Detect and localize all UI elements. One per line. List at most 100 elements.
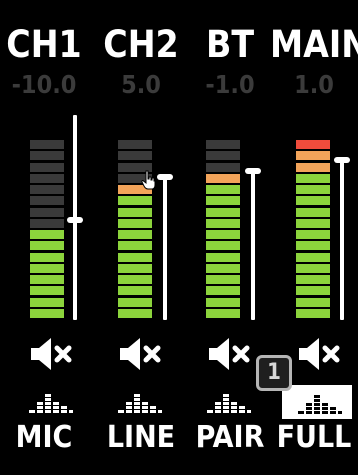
fader-track[interactable]: [163, 176, 167, 320]
meter-segment: [296, 173, 330, 183]
speaker-mute-icon: [31, 338, 72, 370]
hand-pointer-icon: [141, 170, 156, 190]
meter-segment: [296, 252, 330, 262]
mute-button[interactable]: [203, 334, 253, 374]
channel-gain-value: -10.0: [11, 70, 77, 99]
channel-strip-main: MAIN 1.0 FULL: [270, 0, 358, 475]
meter-segment: [118, 230, 152, 239]
eq-button[interactable]: [203, 388, 253, 418]
meter-segment: [296, 297, 330, 307]
meter-segment: [30, 173, 64, 183]
meter-segment: [206, 162, 240, 172]
meter-segment: [118, 241, 152, 251]
speaker-mute-icon: [209, 338, 250, 370]
fader-handle[interactable]: [245, 168, 261, 174]
equalizer-icon: [207, 394, 251, 413]
level-meter: [30, 140, 64, 320]
channel-gain-value: 1.0: [294, 70, 334, 99]
meter-segment: [296, 286, 330, 296]
meter-segment: [206, 286, 240, 296]
source-label: FULL: [276, 420, 352, 455]
channel-strip-ch2: CH2 5.0 LINE: [97, 0, 185, 475]
meter-segment: [30, 263, 64, 273]
meter-segment: [30, 207, 64, 217]
meter-segment: [206, 230, 240, 239]
meter-segment: [30, 196, 64, 206]
meter-segment: [296, 308, 330, 318]
channel-strip-ch1: CH1 -10.0 MIC: [0, 0, 88, 475]
meter-segment: [30, 308, 64, 318]
meter-segment: [206, 297, 240, 307]
meter-segment: [296, 140, 330, 149]
meter-segment: [118, 297, 152, 307]
fader-handle[interactable]: [334, 157, 350, 163]
equalizer-icon: [118, 394, 162, 413]
meter-segment: [296, 196, 330, 206]
meter-segment: [206, 151, 240, 161]
meter-segment: [30, 241, 64, 251]
fader-handle[interactable]: [67, 217, 83, 223]
meter-segment: [206, 263, 240, 273]
level-meter: [206, 140, 240, 320]
meter-segment: [206, 241, 240, 251]
channel-title: CH2: [103, 23, 179, 66]
meter-segment: [118, 252, 152, 262]
mute-button[interactable]: [293, 334, 343, 374]
fader-track[interactable]: [251, 172, 255, 320]
meter-segment: [118, 308, 152, 318]
channel-title: BT: [205, 23, 255, 66]
meter-segment: [206, 252, 240, 262]
channel-title: MAIN: [270, 23, 358, 66]
meter-segment: [296, 185, 330, 194]
meter-segment: [30, 140, 64, 149]
meter-segment: [296, 275, 330, 284]
meter-segment: [118, 218, 152, 228]
channel-gain-value: 5.0: [121, 70, 161, 99]
channel-gain-value: -1.0: [205, 70, 255, 99]
level-meter: [118, 140, 152, 320]
meter-segment: [206, 308, 240, 318]
meter-segment: [30, 218, 64, 228]
meter-segment: [296, 241, 330, 251]
meter-segment: [30, 297, 64, 307]
meter-segment: [30, 252, 64, 262]
meter-segment: [206, 207, 240, 217]
channel-strip-bt: BT -1.0 PAIR: [186, 0, 274, 475]
meter-segment: [296, 151, 330, 161]
meter-segment: [206, 140, 240, 149]
meter-segment: [118, 275, 152, 284]
equalizer-icon: [29, 394, 73, 413]
meter-segment: [296, 263, 330, 273]
meter-segment: [206, 196, 240, 206]
meter-segment: [206, 173, 240, 183]
meter-segment: [118, 207, 152, 217]
source-label: LINE: [106, 420, 176, 455]
meter-segment: [206, 275, 240, 284]
step-badge: 1: [256, 355, 292, 391]
meter-segment: [30, 151, 64, 161]
meter-segment: [206, 218, 240, 228]
source-label: PAIR: [195, 420, 265, 455]
eq-button[interactable]: [282, 385, 352, 419]
fader-handle[interactable]: [157, 174, 173, 180]
meter-segment: [30, 162, 64, 172]
meter-segment: [30, 286, 64, 296]
channel-title: CH1: [6, 23, 82, 66]
meter-segment: [206, 185, 240, 194]
mute-button[interactable]: [114, 334, 164, 374]
equalizer-icon: [298, 395, 342, 414]
source-label: MIC: [15, 420, 73, 455]
eq-button[interactable]: [114, 388, 164, 418]
meter-segment: [118, 140, 152, 149]
fader-track[interactable]: [340, 160, 344, 320]
eq-button[interactable]: [25, 388, 75, 418]
mute-button[interactable]: [25, 334, 75, 374]
meter-segment: [30, 230, 64, 239]
meter-segment: [118, 286, 152, 296]
meter-segment: [296, 207, 330, 217]
meter-segment: [118, 196, 152, 206]
meter-segment: [118, 151, 152, 161]
meter-segment: [296, 230, 330, 239]
meter-segment: [296, 218, 330, 228]
meter-segment: [296, 162, 330, 172]
